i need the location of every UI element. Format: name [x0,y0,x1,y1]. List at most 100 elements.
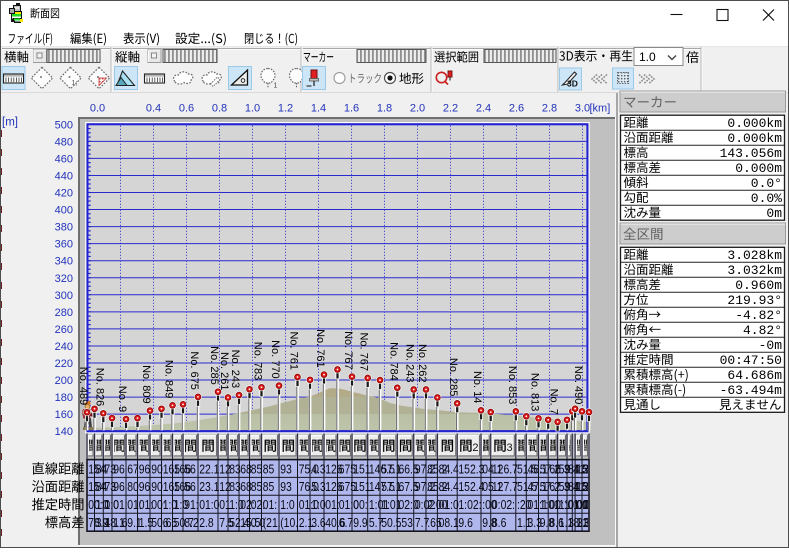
svg-text:84.4: 84.4 [439,480,460,494]
svg-text:460: 460 [55,153,73,165]
svg-text:93: 93 [280,480,292,494]
svg-text:219.93°: 219.93° [727,293,782,308]
svg-text:No. 490: No. 490 [572,366,584,405]
svg-text:No. 285: No. 285 [447,358,459,397]
svg-text:-0m: -0m [759,338,783,353]
svg-text:56: 56 [184,462,196,476]
svg-text:No. 809: No. 809 [140,365,152,404]
svg-text:2.0: 2.0 [410,103,425,115]
svg-text:No. 761: No. 761 [288,331,300,370]
svg-text:0.6: 0.6 [179,103,194,115]
svg-text:126.7: 126.7 [492,462,518,476]
svg-text:151: 151 [353,480,370,494]
svg-text:91:: 91: [184,498,198,512]
svg-text:No. 813: No. 813 [529,373,541,412]
svg-text:0m: 0m [766,206,782,221]
svg-text:93: 93 [280,462,292,476]
svg-text:90: 90 [151,462,163,476]
svg-text:96: 96 [139,480,151,494]
svg-text:2.4: 2.4 [476,103,491,115]
svg-text:420: 420 [55,188,73,200]
svg-text:No. 243: No. 243 [229,350,241,389]
svg-text:No. 243: No. 243 [404,344,416,383]
svg-text:No. 783: No. 783 [252,342,264,381]
svg-text:1;: 1; [72,80,78,87]
svg-text:No. 784: No. 784 [387,342,399,381]
svg-text:0.000km: 0.000km [727,131,782,146]
svg-text:160: 160 [55,409,73,421]
svg-text:2.8: 2.8 [199,516,214,530]
svg-text:No. 675: No. 675 [188,351,200,390]
svg-text:143.056m: 143.056m [720,146,783,161]
svg-text:1.6: 1.6 [113,516,128,530]
svg-text:No. 767: No. 767 [358,332,370,371]
svg-text:No. 489: No. 489 [77,367,89,406]
svg-text:08.1: 08.1 [439,516,459,530]
svg-text:83: 83 [229,480,241,494]
svg-text:1.4: 1.4 [311,103,326,115]
svg-text:0.000m: 0.000m [735,161,782,176]
svg-text:300: 300 [55,290,73,302]
svg-text:No. 770: No. 770 [269,340,281,379]
svg-text:85: 85 [251,480,263,494]
svg-text:1:0: 1:0 [280,498,295,512]
svg-text:1.6: 1.6 [344,103,359,115]
svg-text:152.4: 152.4 [458,480,484,494]
svg-text:0.0°: 0.0° [751,176,782,191]
svg-text:8.2: 8.2 [184,516,198,530]
svg-text:127.7: 127.7 [492,480,518,494]
svg-text:No. 261: No. 261 [218,352,230,391]
svg-text:01:: 01: [113,498,127,512]
svg-text:1.0: 1.0 [639,50,656,64]
svg-text:56: 56 [184,480,196,494]
svg-text:480: 480 [55,136,73,148]
svg-text:9.6: 9.6 [458,516,473,530]
svg-text:85: 85 [263,462,275,476]
svg-text:00:: 00: [353,498,367,512]
svg-text:01:0: 01:0 [199,498,220,512]
svg-text:96: 96 [113,462,125,476]
svg-text:90: 90 [151,480,163,494]
svg-text:2.8: 2.8 [542,103,557,115]
svg-text:5.3: 5.3 [311,480,326,494]
svg-text:80: 80 [127,480,139,494]
svg-text:No. 9: No. 9 [116,386,128,412]
svg-text:3.6: 3.6 [311,516,326,530]
svg-text:8.6: 8.6 [492,516,507,530]
svg-text:No. 761: No. 761 [314,329,326,368]
svg-text:96: 96 [113,480,125,494]
svg-text:3D: 3D [567,79,578,89]
svg-text:140: 140 [55,426,73,438]
svg-text:340: 340 [55,256,73,268]
svg-text:No. 826: No. 826 [93,368,105,407]
svg-text:220: 220 [55,358,73,370]
svg-text:No. 7: No. 7 [548,389,560,415]
svg-text:260: 260 [55,324,73,336]
svg-text:-4.82°: -4.82° [735,308,782,323]
svg-text:[km]: [km] [590,103,611,115]
svg-text:0.8: 0.8 [212,103,227,115]
svg-text:1:02:: 1:02: [458,498,481,512]
svg-text:96: 96 [139,462,151,476]
svg-text:(10.: (10. [280,516,298,530]
svg-text:3.028km: 3.028km [727,248,782,263]
svg-text:67: 67 [127,462,139,476]
svg-text:No. 262: No. 262 [416,344,428,383]
svg-text:152.3: 152.3 [458,462,484,476]
svg-text:360: 360 [55,239,73,251]
svg-text:No. 14: No. 14 [471,371,483,403]
svg-text:1.8: 1.8 [377,103,392,115]
svg-text:No. 853: No. 853 [506,366,518,405]
svg-text:-63.494m: -63.494m [720,383,783,398]
svg-text:.53: .53 [399,516,414,530]
svg-text:200: 200 [55,375,73,387]
svg-text:64.686m: 64.686m [727,368,782,383]
svg-text:(21.: (21. [263,516,281,530]
svg-text:1: 1 [274,83,278,90]
svg-text:83: 83 [229,462,241,476]
svg-text:500: 500 [55,119,73,131]
svg-text:3.032km: 3.032km [727,263,782,278]
svg-text:3.0: 3.0 [575,103,590,115]
svg-text:440: 440 [55,170,73,182]
svg-text:2.6: 2.6 [509,103,524,115]
